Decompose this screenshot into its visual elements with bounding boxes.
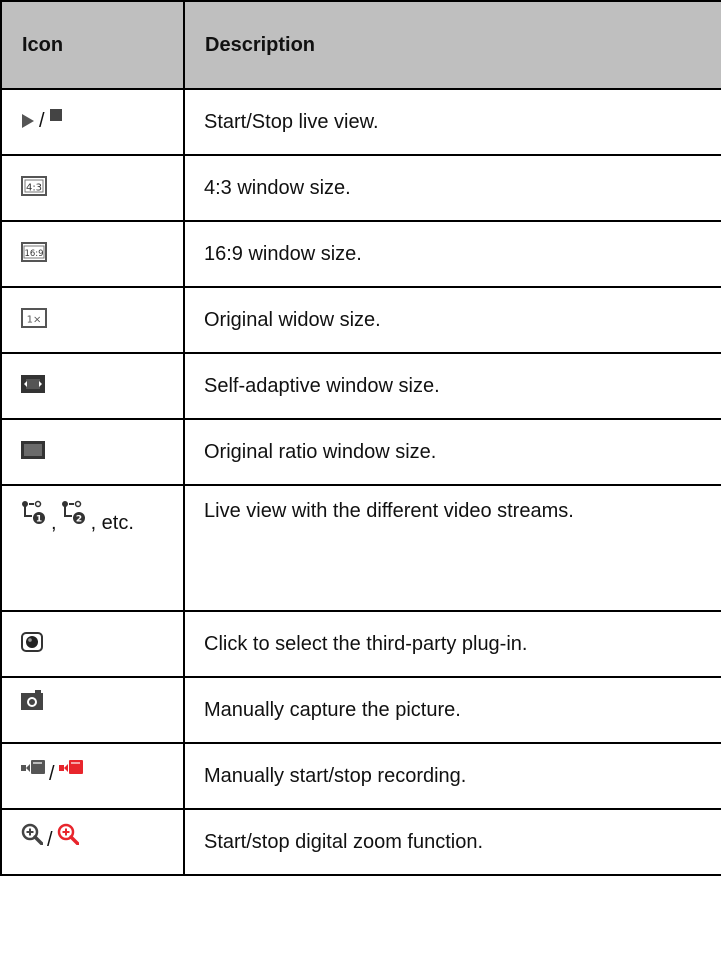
svg-text:1×: 1× [27,314,42,325]
table-row: Original ratio window size. [0,418,721,486]
description-text: 16:9 window size. [183,220,721,288]
icon-description-table: Icon Description / Start/Stop live view. [0,0,721,876]
svg-text:1: 1 [36,515,42,525]
description-text: Original widow size. [183,286,721,354]
play-icon[interactable] [21,113,35,129]
stream-1-icon[interactable]: 1 [21,500,47,526]
table-row: Manually capture the picture. [0,676,721,744]
description-text: Live view with the different video strea… [183,484,721,612]
table-row: / Start/Stop live view. [0,88,721,156]
table-row: / Start/stop digital zoom function. [0,808,721,876]
description-text: Manually start/stop recording. [183,742,721,810]
description-text: Click to select the third-party plug-in. [183,610,721,678]
icon-separator: , [51,512,57,534]
zoom-active-icon[interactable] [57,823,79,845]
record-icon[interactable] [21,759,45,777]
description-text: Manually capture the picture. [183,676,721,744]
table-row: 1 , 2 , etc. Live view with the differen… [0,484,721,612]
table-row: / Manually start/stop recording. [0,742,721,810]
stop-icon[interactable] [49,108,63,122]
icon-separator: / [49,763,55,785]
description-text: Start/Stop live view. [183,88,721,156]
stream-2-icon[interactable]: 2 [61,500,87,526]
original-ratio-icon[interactable] [21,440,45,459]
header-icon: Icon [0,0,185,90]
table-row: Self-adaptive window size. [0,352,721,420]
header-description: Description [183,0,721,90]
self-adaptive-icon[interactable] [21,374,45,393]
table-row: Click to select the third-party plug-in. [0,610,721,678]
svg-text:16:9: 16:9 [24,249,43,259]
description-text: Original ratio window size. [183,418,721,486]
description-text: Start/stop digital zoom function. [183,808,721,876]
original-size-icon[interactable]: 1× [21,307,47,328]
table-row: 16:9 16:9 window size. [0,220,721,288]
icon-suffix: , etc. [90,511,134,534]
camera-icon[interactable] [21,689,43,710]
aspect-4-3-icon[interactable]: 4:3 [21,175,47,196]
zoom-icon[interactable] [21,823,43,845]
svg-text:4:3: 4:3 [26,182,42,193]
table-header-row: Icon Description [0,0,721,90]
aspect-16-9-icon[interactable]: 16:9 [21,241,47,262]
icon-separator: / [39,109,45,132]
third-party-plugin-icon[interactable] [21,631,43,652]
description-text: 4:3 window size. [183,154,721,222]
icon-separator: / [47,828,53,851]
table-row: 1× Original widow size. [0,286,721,354]
table-row: 4:3 4:3 window size. [0,154,721,222]
record-active-icon[interactable] [58,759,83,777]
description-text: Self-adaptive window size. [183,352,721,420]
svg-text:2: 2 [75,515,81,525]
